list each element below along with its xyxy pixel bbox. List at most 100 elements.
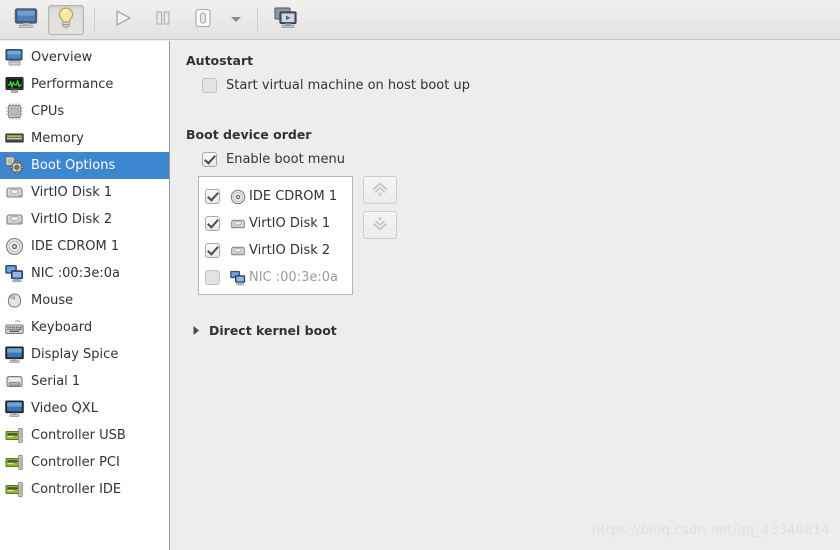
sidebar-item-cpus[interactable]: CPUs <box>0 98 169 125</box>
shutdown-menu-button[interactable] <box>223 5 249 35</box>
sidebar-item-label: Memory <box>31 131 84 146</box>
boot-device-checkbox[interactable] <box>205 243 220 258</box>
graph-icon <box>4 75 24 95</box>
boot-gear-icon <box>4 156 24 176</box>
boot-order-buttons <box>363 176 397 246</box>
hardware-sidebar[interactable]: Overview Performance CPUs Memory Boot Op… <box>0 41 170 550</box>
boot-device-list[interactable]: IDE CDROM 1 VirtIO Disk 1 VirtIO Disk 2 … <box>198 176 353 295</box>
boot-device-label: IDE CDROM 1 <box>249 189 338 204</box>
double-chevron-down-icon <box>370 215 390 236</box>
sidebar-item-label: Display Spice <box>31 347 119 362</box>
sidebar-item-controller-ide[interactable]: Controller IDE <box>0 476 169 503</box>
watermark-text: https://blog.csdn.net/qq_43340814 <box>591 523 830 538</box>
direct-kernel-boot-expander[interactable]: Direct kernel boot <box>192 323 840 338</box>
sidebar-item-video-qxl[interactable]: Video QXL <box>0 395 169 422</box>
serial-icon <box>4 372 24 392</box>
autostart-checkbox-row[interactable]: Start virtual machine on host boot up <box>202 78 840 93</box>
harddisk-icon <box>4 210 24 230</box>
sidebar-item-label: Video QXL <box>31 401 98 416</box>
controller-icon <box>4 453 24 473</box>
sidebar-item-overview[interactable]: Overview <box>0 44 169 71</box>
autostart-checkbox-label: Start virtual machine on host boot up <box>226 78 470 93</box>
boot-device-row[interactable]: IDE CDROM 1 <box>205 183 352 210</box>
chevron-down-icon <box>229 12 243 27</box>
boot-device-label: NIC :00:3e:0a <box>249 270 338 285</box>
toolbar-separator-1 <box>94 7 95 32</box>
sidebar-item-memory[interactable]: Memory <box>0 125 169 152</box>
shutdown-icon <box>192 7 214 32</box>
direct-kernel-boot-label: Direct kernel boot <box>209 323 337 338</box>
show-console-button[interactable] <box>8 5 44 35</box>
cdrom-icon <box>229 188 247 206</box>
computer-icon <box>4 48 24 68</box>
sidebar-item-controller-pci[interactable]: Controller PCI <box>0 449 169 476</box>
boot-device-label: VirtIO Disk 2 <box>249 243 331 258</box>
sidebar-item-boot-options[interactable]: Boot Options <box>0 152 169 179</box>
controller-icon <box>4 480 24 500</box>
sidebar-item-label: IDE CDROM 1 <box>31 239 120 254</box>
sidebar-item-label: Performance <box>31 77 114 92</box>
network-icon <box>4 264 24 284</box>
move-device-down-button[interactable] <box>363 211 397 239</box>
sidebar-item-label: VirtIO Disk 1 <box>31 185 113 200</box>
sidebar-item-performance[interactable]: Performance <box>0 71 169 98</box>
shutdown-button[interactable] <box>185 5 221 35</box>
boot-options-panel: Autostart Start virtual machine on host … <box>170 41 840 550</box>
sidebar-item-nic[interactable]: NIC :00:3e:0a <box>0 260 169 287</box>
triangle-right-icon[interactable] <box>192 325 201 336</box>
boot-order-section-title: Boot device order <box>186 127 312 142</box>
boot-device-row[interactable]: VirtIO Disk 2 <box>205 237 352 264</box>
pause-icon <box>153 8 173 31</box>
sidebar-item-label: VirtIO Disk 2 <box>31 212 113 227</box>
enable-boot-menu-checkbox[interactable] <box>202 152 217 167</box>
display-icon <box>4 345 24 365</box>
boot-device-checkbox[interactable] <box>205 216 220 231</box>
harddisk-icon <box>229 242 247 260</box>
boot-device-checkbox[interactable] <box>205 189 220 204</box>
double-chevron-up-icon <box>370 180 390 201</box>
move-device-up-button[interactable] <box>363 176 397 204</box>
show-details-button[interactable] <box>48 4 84 35</box>
harddisk-icon <box>4 183 24 203</box>
snapshots-button[interactable] <box>268 5 304 35</box>
sidebar-item-label: Serial 1 <box>31 374 81 389</box>
sidebar-item-virtio-disk-1[interactable]: VirtIO Disk 1 <box>0 179 169 206</box>
boot-device-row[interactable]: NIC :00:3e:0a <box>205 264 352 291</box>
sidebar-item-keyboard[interactable]: Keyboard <box>0 314 169 341</box>
mouse-icon <box>4 291 24 311</box>
sidebar-item-label: Controller IDE <box>31 482 122 497</box>
sidebar-item-label: Controller USB <box>31 428 126 443</box>
network-icon <box>229 269 247 287</box>
boot-device-checkbox[interactable] <box>205 270 220 285</box>
sidebar-item-label: CPUs <box>31 104 65 119</box>
sidebar-item-label: Boot Options <box>31 158 116 173</box>
harddisk-icon <box>229 215 247 233</box>
boot-device-order-area: IDE CDROM 1 VirtIO Disk 1 VirtIO Disk 2 … <box>198 176 840 295</box>
sidebar-item-ide-cdrom-1[interactable]: IDE CDROM 1 <box>0 233 169 260</box>
boot-device-row[interactable]: VirtIO Disk 1 <box>205 210 352 237</box>
pause-button[interactable] <box>145 5 181 35</box>
run-button[interactable] <box>105 5 141 35</box>
sidebar-item-label: Overview <box>31 50 93 65</box>
sidebar-item-label: NIC :00:3e:0a <box>31 266 120 281</box>
toolbar-separator-2 <box>257 7 258 32</box>
boot-device-label: VirtIO Disk 1 <box>249 216 331 231</box>
sidebar-item-label: Keyboard <box>31 320 93 335</box>
enable-boot-menu-row[interactable]: Enable boot menu <box>202 152 840 167</box>
display-icon <box>4 399 24 419</box>
sidebar-item-mouse[interactable]: Mouse <box>0 287 169 314</box>
sidebar-item-controller-usb[interactable]: Controller USB <box>0 422 169 449</box>
cdrom-icon <box>4 237 24 257</box>
sidebar-item-label: Controller PCI <box>31 455 120 470</box>
sidebar-item-display-spice[interactable]: Display Spice <box>0 341 169 368</box>
sidebar-item-serial-1[interactable]: Serial 1 <box>0 368 169 395</box>
play-icon <box>112 8 134 31</box>
lightbulb-icon <box>55 6 77 33</box>
sidebar-item-virtio-disk-2[interactable]: VirtIO Disk 2 <box>0 206 169 233</box>
cpu-icon <box>4 102 24 122</box>
screens-icon <box>273 6 299 33</box>
main-toolbar <box>0 0 840 40</box>
monitor-icon <box>14 7 38 32</box>
autostart-checkbox[interactable] <box>202 78 217 93</box>
